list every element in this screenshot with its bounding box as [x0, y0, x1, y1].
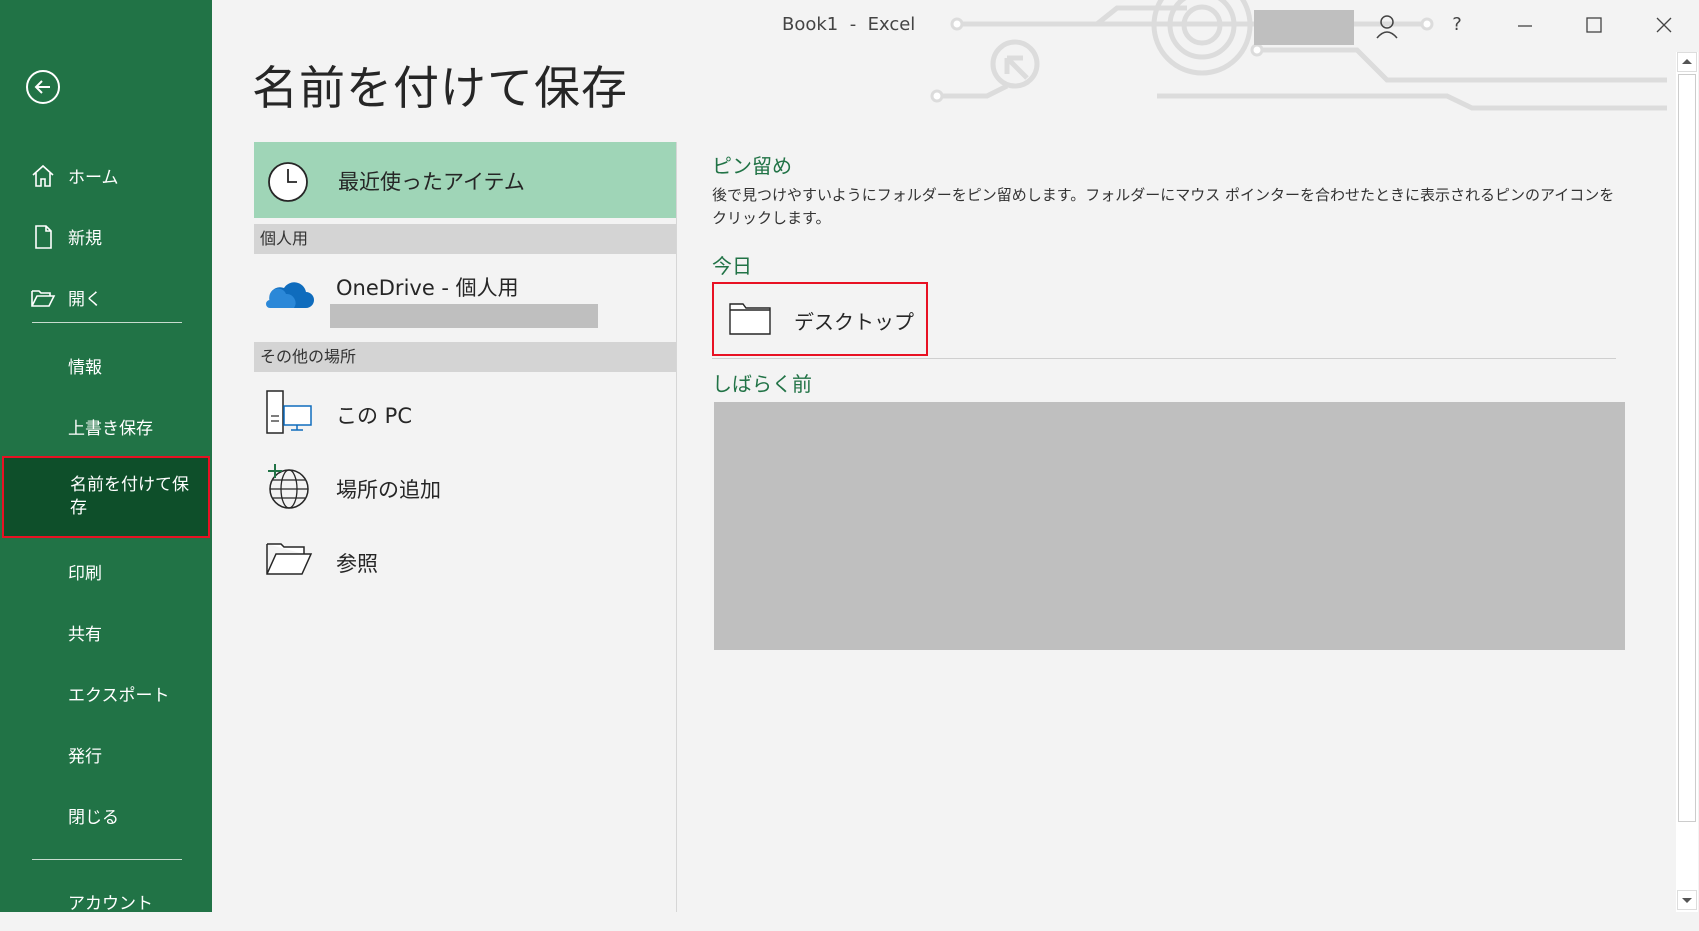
- back-button[interactable]: [26, 70, 60, 104]
- nav-close-label: 閉じる: [68, 807, 119, 828]
- account-button[interactable]: [1367, 8, 1407, 42]
- nav-share-label: 共有: [68, 624, 102, 645]
- folder-desktop[interactable]: デスクトップ: [712, 282, 928, 356]
- column-divider: [676, 142, 677, 912]
- nav-print-label: 印刷: [68, 563, 102, 584]
- nav-open[interactable]: 開く: [0, 267, 212, 327]
- pinned-section-header: ピン留め: [712, 154, 792, 178]
- section-divider: [712, 358, 1616, 359]
- nav-export[interactable]: エクスポート: [0, 663, 212, 723]
- scroll-down-icon: [1682, 898, 1692, 903]
- nav-home-label: ホーム: [68, 167, 119, 188]
- open-folder-icon: [31, 290, 56, 307]
- maximize-icon: [1586, 17, 1602, 33]
- vertical-scrollbar[interactable]: [1676, 52, 1698, 912]
- nav-account-label: アカウント: [68, 893, 153, 914]
- nav-open-label: 開く: [68, 289, 102, 310]
- minimize-icon: [1518, 25, 1532, 27]
- computer-icon: [266, 390, 312, 434]
- nav-publish[interactable]: 発行: [0, 724, 212, 784]
- scrollbar-thumb[interactable]: [1678, 74, 1696, 822]
- group-header-personal: 個人用: [254, 224, 676, 254]
- backstage-sidebar: ホーム 新規 開く 情報 上書き保存 名前を付けて保存 印刷 共有 エクスポート…: [0, 0, 212, 914]
- add-place-globe-icon: [268, 464, 309, 509]
- nav-export-label: エクスポート: [68, 685, 170, 706]
- user-icon: [1376, 15, 1398, 39]
- maximize-button[interactable]: [1574, 8, 1614, 42]
- location-onedrive-label: OneDrive - 個人用: [336, 276, 519, 300]
- close-icon: [1656, 17, 1672, 33]
- location-this-pc-label: この PC: [336, 404, 413, 428]
- scroll-up-icon: [1682, 59, 1692, 64]
- nav-save-label: 上書き保存: [68, 418, 153, 439]
- nav-close[interactable]: 閉じる: [0, 785, 212, 845]
- nav-publish-label: 発行: [68, 746, 102, 767]
- folder-icon: [729, 303, 771, 335]
- nav-info-label: 情報: [68, 357, 102, 378]
- onedrive-cloud-icon: [266, 282, 314, 308]
- location-recent[interactable]: 最近使ったアイテム: [254, 142, 676, 218]
- nav-save-as[interactable]: 名前を付けて保存: [2, 456, 210, 538]
- nav-print[interactable]: 印刷: [0, 541, 212, 601]
- nav-home[interactable]: ホーム: [0, 145, 212, 205]
- nav-new-label: 新規: [68, 228, 102, 249]
- scroll-up-button[interactable]: [1677, 52, 1697, 72]
- help-button[interactable]: ?: [1437, 8, 1477, 42]
- scroll-down-button[interactable]: [1677, 890, 1697, 910]
- location-recent-label: 最近使ったアイテム: [338, 170, 525, 194]
- window-title: Book1 - Excel: [782, 14, 916, 35]
- page-title: 名前を付けて保存: [252, 61, 628, 115]
- today-section-header: 今日: [712, 254, 752, 278]
- backstage-main: Book1 - Excel ? 名前を付けて保存 最近使ったアイテム 個人用 O…: [212, 0, 1699, 912]
- nav-divider: [32, 859, 182, 860]
- nav-account[interactable]: アカウント: [0, 871, 212, 931]
- new-document-icon: [35, 225, 52, 249]
- folder-desktop-label: デスクトップ: [794, 310, 914, 334]
- nav-new[interactable]: 新規: [0, 206, 212, 266]
- nav-save[interactable]: 上書き保存: [0, 396, 212, 456]
- account-name-redacted[interactable]: [1254, 10, 1354, 45]
- location-add-place[interactable]: 場所の追加: [254, 448, 676, 522]
- close-window-button[interactable]: [1644, 8, 1684, 42]
- location-this-pc[interactable]: この PC: [254, 374, 676, 448]
- location-browse[interactable]: 参照: [254, 522, 676, 596]
- location-add-place-label: 場所の追加: [336, 478, 441, 502]
- browse-folder-icon: [266, 543, 313, 575]
- clock-icon: [268, 162, 308, 202]
- location-browse-label: 参照: [336, 552, 378, 576]
- earlier-section-header: しばらく前: [712, 372, 812, 396]
- nav-info[interactable]: 情報: [0, 335, 212, 395]
- minimize-button[interactable]: [1505, 8, 1545, 42]
- group-header-other: その他の場所: [254, 342, 676, 372]
- earlier-folders-redacted: [714, 402, 1625, 650]
- back-arrow-icon: [34, 80, 50, 94]
- pinned-description: 後で見つけやすいようにフォルダーをピン留めします。フォルダーにマウス ポインター…: [712, 186, 1615, 227]
- location-onedrive[interactable]: OneDrive - 個人用: [254, 256, 676, 330]
- nav-divider: [32, 322, 182, 323]
- onedrive-account-redacted: [330, 304, 598, 328]
- home-icon: [32, 164, 54, 187]
- nav-share[interactable]: 共有: [0, 602, 212, 662]
- nav-save-as-label: 名前を付けて保存: [70, 475, 189, 518]
